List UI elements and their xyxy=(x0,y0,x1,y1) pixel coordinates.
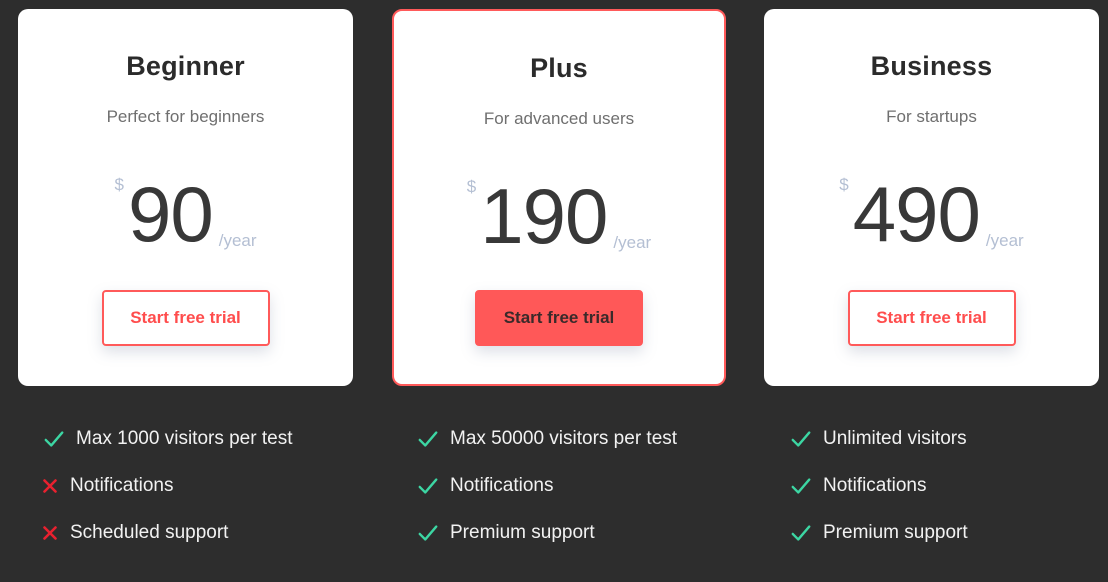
pricing-section: Beginner Perfect for beginners $ 90 /yea… xyxy=(0,0,1108,582)
price-period: /year xyxy=(218,231,257,250)
currency-symbol: $ xyxy=(839,175,849,194)
feature-item: Max 50000 visitors per test xyxy=(416,422,677,456)
cross-icon xyxy=(42,521,58,545)
feature-list-beginner: Max 1000 visitors per test Notifications S… xyxy=(42,422,292,563)
feature-item: Notifications xyxy=(416,469,677,503)
cross-icon xyxy=(42,474,58,498)
feature-label: Notifications xyxy=(450,475,554,496)
feature-item: Notifications xyxy=(42,469,292,503)
check-icon xyxy=(416,427,440,451)
price: $ 490 /year xyxy=(764,169,1099,264)
feature-label: Notifications xyxy=(70,475,174,496)
feature-list-business: Unlimited visitors Notifications Premium s… xyxy=(789,422,968,563)
check-icon xyxy=(789,427,813,451)
feature-item: Premium support xyxy=(416,516,677,550)
feature-label: Notifications xyxy=(823,475,927,496)
plan-name: Business xyxy=(870,51,993,81)
check-icon xyxy=(42,427,66,451)
feature-label: Max 1000 visitors per test xyxy=(76,428,293,449)
feature-item: Unlimited visitors xyxy=(789,422,968,456)
price: $ 190 /year xyxy=(394,171,724,266)
price-period: /year xyxy=(613,233,652,252)
plan-name: Plus xyxy=(530,53,588,83)
check-icon xyxy=(416,521,440,545)
plan-card-beginner: Beginner Perfect for beginners $ 90 /yea… xyxy=(18,9,353,386)
plan-description: For startups xyxy=(886,107,977,126)
currency-symbol: $ xyxy=(114,175,124,194)
start-free-trial-button[interactable]: Start free trial xyxy=(101,290,270,346)
feature-label: Max 50000 visitors per test xyxy=(450,428,678,449)
currency-symbol: $ xyxy=(466,177,477,196)
feature-item: Scheduled support xyxy=(42,516,292,550)
check-icon xyxy=(789,521,813,545)
check-icon xyxy=(416,474,440,498)
feature-item: Max 1000 visitors per test xyxy=(42,422,292,456)
plan-card-business: Business For startups $ 490 /year Start … xyxy=(764,9,1099,386)
feature-label: Unlimited visitors xyxy=(823,428,967,449)
plan-description: For advanced users xyxy=(483,109,635,128)
plan-description: Perfect for beginners xyxy=(106,107,265,126)
feature-list-plus: Max 50000 visitors per test Notifications… xyxy=(416,422,677,563)
feature-item: Premium support xyxy=(789,516,968,550)
start-free-trial-button[interactable]: Start free trial xyxy=(475,290,643,346)
price-period: /year xyxy=(985,231,1024,250)
feature-item: Notifications xyxy=(789,469,968,503)
check-icon xyxy=(789,474,813,498)
feature-label: Scheduled support xyxy=(70,522,229,543)
price-amount: 90 xyxy=(127,170,214,258)
plan-name: Beginner xyxy=(126,51,245,81)
price-amount: 190 xyxy=(480,172,608,260)
price-amount: 490 xyxy=(852,170,981,258)
start-free-trial-button[interactable]: Start free trial xyxy=(847,290,1016,346)
price: $ 90 /year xyxy=(18,169,353,264)
feature-label: Premium support xyxy=(823,522,968,543)
plan-card-plus: Plus For advanced users $ 190 /year Star… xyxy=(392,9,726,386)
feature-label: Premium support xyxy=(450,522,595,543)
